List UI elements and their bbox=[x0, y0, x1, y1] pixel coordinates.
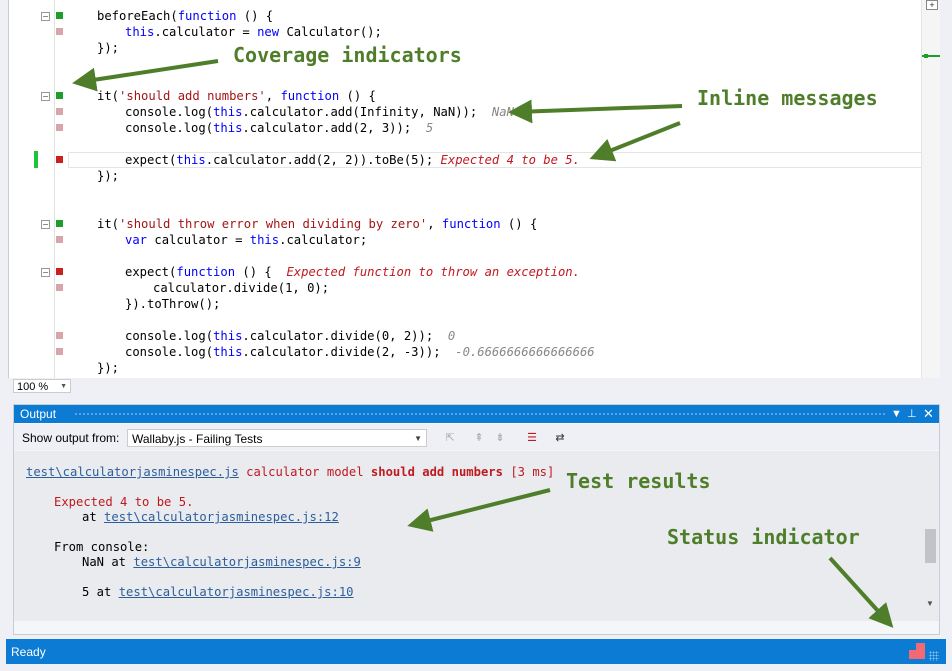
arrow-coverage bbox=[72, 59, 219, 92]
arrow-status bbox=[828, 556, 894, 628]
arrow-test-results bbox=[407, 488, 551, 532]
annotation-arrows bbox=[72, 59, 894, 628]
arrow-inline-nan bbox=[508, 99, 683, 124]
arrow-inline-error bbox=[589, 121, 681, 162]
